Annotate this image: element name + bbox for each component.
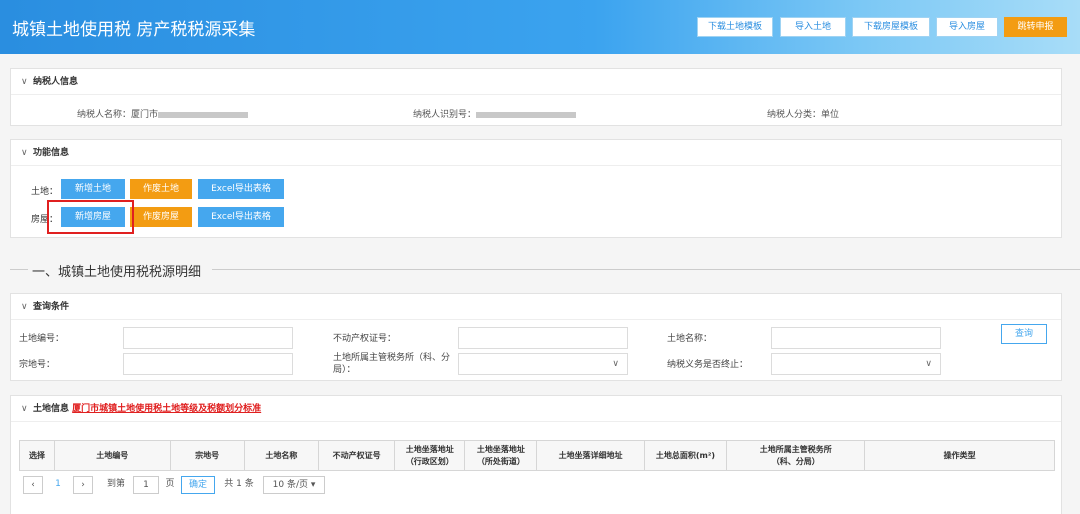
column-header: 土地所属主管税务所 （科、分局） bbox=[726, 440, 866, 471]
redacted-mask bbox=[476, 111, 577, 118]
land-info-header[interactable]: ∨ 土地信息 厦门市城镇土地使用税土地等级及税额划分标准 bbox=[11, 396, 1061, 422]
taxpayer-info-panel: ∨ 纳税人信息 纳税人名称：厦门市 纳税人识别号： 纳税人分类：单位 bbox=[10, 68, 1062, 126]
download-land-template-button[interactable]: 下载土地模板 bbox=[697, 17, 773, 37]
total-count: 共 1 条 bbox=[224, 479, 254, 489]
chevron-down-icon: ∨ bbox=[21, 302, 28, 312]
chevron-down-icon: ∨ bbox=[925, 359, 932, 369]
goto-page-input[interactable]: 1 bbox=[133, 476, 159, 494]
taxpayer-id-label: 纳税人识别号： bbox=[413, 110, 477, 120]
land-name-input[interactable] bbox=[771, 327, 941, 349]
import-house-button[interactable]: 导入房屋 bbox=[936, 17, 998, 37]
land-table: 选择 土地编号 宗地号 土地名称 不动产权证号 土地坐落地址 （行政区划） 土地… bbox=[18, 440, 1055, 471]
obligation-end-label: 纳税义务是否终止： bbox=[667, 360, 749, 370]
highlight-box bbox=[47, 200, 134, 234]
void-land-button[interactable]: 作废土地 bbox=[130, 179, 192, 199]
panel-title: 查询条件 bbox=[33, 302, 70, 312]
column-header: 不动产权证号 bbox=[317, 440, 396, 471]
next-page-button[interactable]: › bbox=[73, 476, 93, 494]
parcel-no-input[interactable] bbox=[123, 353, 293, 375]
page-number[interactable]: 1 bbox=[51, 476, 65, 494]
column-header: 选择 bbox=[18, 440, 56, 471]
divider bbox=[212, 269, 1080, 270]
chevron-down-icon: ∨ bbox=[612, 359, 619, 369]
goto-label: 到第 bbox=[106, 479, 125, 489]
land-info-panel: ∨ 土地信息 厦门市城镇土地使用税土地等级及税额划分标准 选择 土地编号 宗地号 … bbox=[10, 395, 1062, 514]
land-name-label: 土地名称： bbox=[667, 334, 713, 344]
page-unit-label: 页 bbox=[165, 479, 175, 489]
query-button[interactable]: 查询 bbox=[1001, 324, 1047, 344]
page-size-select[interactable]: 10 条/页 ▾ bbox=[263, 476, 325, 494]
app-header: 城镇土地使用税 房产税税源采集 下载土地模板 导入土地 下载房屋模板 导入房屋 … bbox=[0, 0, 1080, 54]
cert-no-input[interactable] bbox=[458, 327, 628, 349]
column-header: 操作类型 bbox=[864, 440, 1055, 471]
column-header: 土地坐落地址 （行政区划） bbox=[394, 440, 466, 471]
land-row-label: 土地： bbox=[31, 187, 59, 197]
taxpayer-info-header[interactable]: ∨ 纳税人信息 bbox=[11, 69, 1061, 95]
section-title-text: 一、城镇土地使用税税源明细 bbox=[32, 265, 202, 280]
import-land-button[interactable]: 导入土地 bbox=[780, 17, 846, 37]
query-panel: ∨ 查询条件 土地编号： 不动产权证号： 土地名称： 查询 宗地号： 土地所属主管… bbox=[10, 293, 1062, 381]
tax-office-select[interactable]: ∨ bbox=[458, 353, 628, 375]
taxpayer-type: 纳税人分类：单位 bbox=[767, 110, 840, 120]
parcel-no-label: 宗地号： bbox=[19, 360, 56, 370]
function-info-panel: ∨ 功能信息 土地： 新增土地 作废土地 Excel导出表格 房屋： 新增房屋 作… bbox=[10, 139, 1062, 238]
column-header: 土地总面积(m²) bbox=[643, 440, 728, 471]
divider bbox=[10, 269, 28, 270]
land-no-input[interactable] bbox=[123, 327, 293, 349]
panel-title: 纳税人信息 bbox=[33, 77, 79, 87]
taxpayer-id: 纳税人识别号： bbox=[413, 107, 577, 120]
redacted-mask bbox=[158, 111, 249, 118]
chevron-down-icon: ∨ bbox=[21, 77, 28, 87]
cert-no-label: 不动产权证号： bbox=[333, 334, 397, 344]
table-header-row: 选择 土地编号 宗地号 土地名称 不动产权证号 土地坐落地址 （行政区划） 土地… bbox=[18, 440, 1055, 471]
chevron-down-icon: ∨ bbox=[21, 148, 28, 158]
chevron-down-icon: ∨ bbox=[21, 404, 28, 414]
query-header[interactable]: ∨ 查询条件 bbox=[11, 294, 1061, 320]
page-size-value: 10 条/页 bbox=[272, 480, 308, 490]
panel-title: 土地信息 bbox=[33, 404, 70, 414]
goto-confirm-button[interactable]: 确定 bbox=[181, 476, 215, 494]
section-title: 一、城镇土地使用税税源明细 bbox=[10, 258, 1080, 280]
download-house-template-button[interactable]: 下载房屋模板 bbox=[852, 17, 930, 37]
prev-page-button[interactable]: ‹ bbox=[23, 476, 43, 494]
land-grade-standard-link[interactable]: 厦门市城镇土地使用税土地等级及税额划分标准 bbox=[72, 404, 261, 414]
column-header: 宗地号 bbox=[169, 440, 245, 471]
page-title: 城镇土地使用税 房产税税源采集 bbox=[12, 20, 256, 40]
column-header: 土地名称 bbox=[243, 440, 319, 471]
function-info-header[interactable]: ∨ 功能信息 bbox=[11, 140, 1061, 166]
land-no-label: 土地编号： bbox=[19, 334, 65, 344]
add-land-button[interactable]: 新增土地 bbox=[61, 179, 125, 199]
export-land-excel-button[interactable]: Excel导出表格 bbox=[198, 179, 284, 199]
export-house-excel-button[interactable]: Excel导出表格 bbox=[198, 207, 284, 227]
void-house-button[interactable]: 作废房屋 bbox=[130, 207, 192, 227]
taxpayer-name: 纳税人名称：厦门市 bbox=[77, 107, 249, 120]
column-header: 土地坐落地址 （所处街道） bbox=[464, 440, 538, 471]
jump-declare-button[interactable]: 跳转申报 bbox=[1004, 17, 1067, 37]
column-header: 土地编号 bbox=[54, 440, 171, 471]
taxpayer-name-label: 纳税人名称：厦门市 bbox=[77, 110, 159, 120]
obligation-end-select[interactable]: ∨ bbox=[771, 353, 941, 375]
tax-office-label: 土地所属主管税务所（科、分局）： bbox=[333, 353, 451, 375]
column-header: 土地坐落详细地址 bbox=[536, 440, 645, 471]
panel-title: 功能信息 bbox=[33, 148, 70, 158]
